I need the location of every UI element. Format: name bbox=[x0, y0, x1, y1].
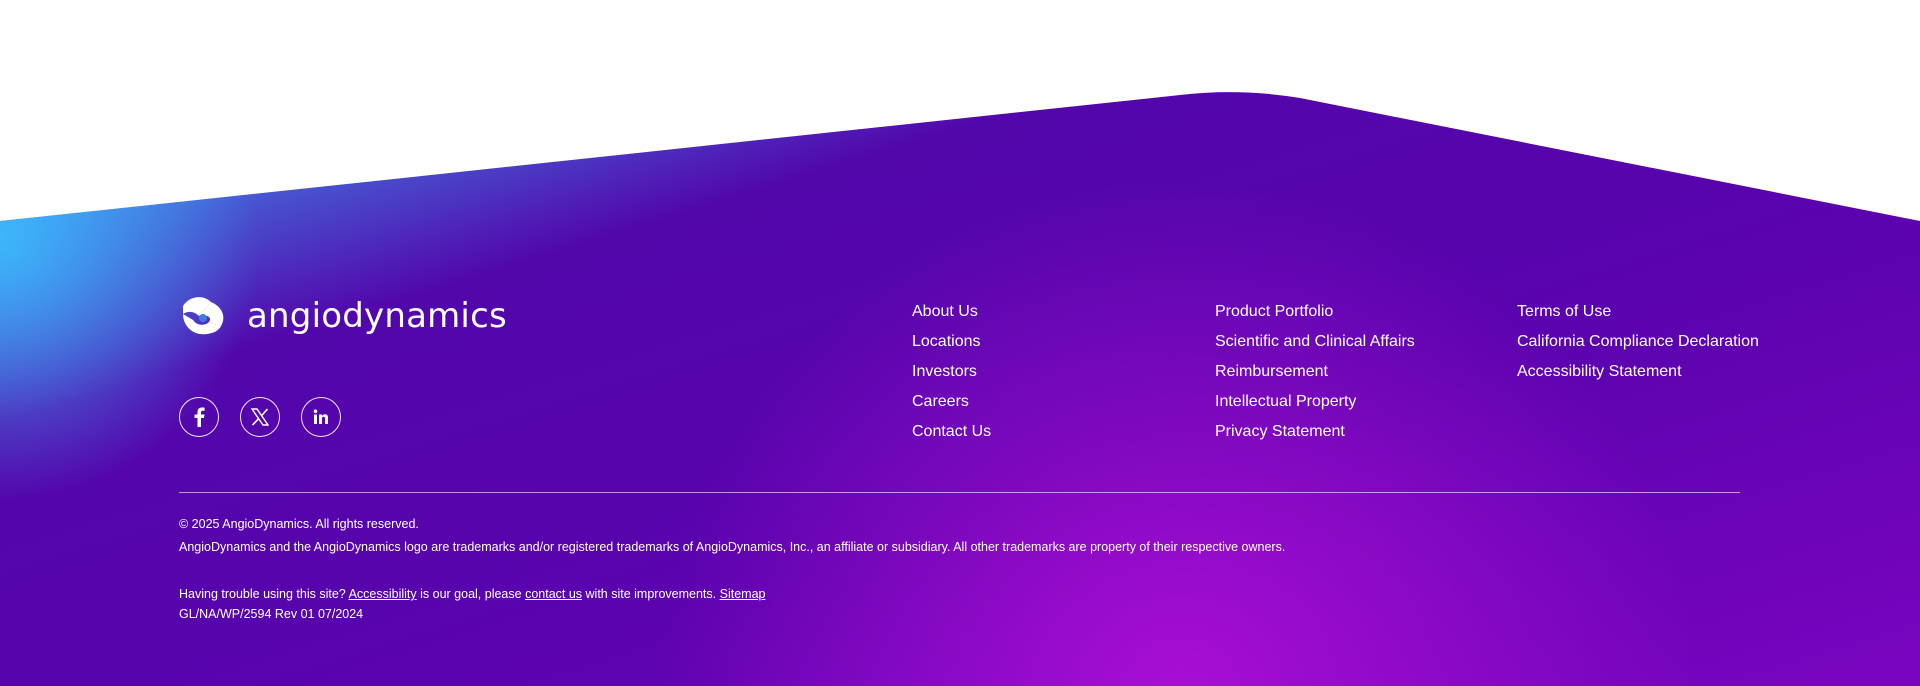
nav-california-compliance[interactable]: California Compliance Declaration bbox=[1517, 327, 1759, 357]
help-suffix: with site improvements. bbox=[585, 587, 717, 601]
footer-divider bbox=[179, 492, 1740, 493]
footer-nav-products: Product Portfolio Scientific and Clinica… bbox=[1215, 297, 1415, 447]
nav-careers[interactable]: Careers bbox=[912, 387, 991, 417]
nav-intellectual-property[interactable]: Intellectual Property bbox=[1215, 387, 1415, 417]
trademark-text: AngioDynamics and the AngioDynamics logo… bbox=[179, 540, 1286, 554]
site-footer: angiodynamics About Us Locations Investo… bbox=[0, 0, 1920, 686]
accessibility-link[interactable]: Accessibility bbox=[349, 587, 417, 601]
help-prefix: Having trouble using this site? bbox=[179, 587, 346, 601]
nav-about-us[interactable]: About Us bbox=[912, 297, 991, 327]
footer-nav-legal: Terms of Use California Compliance Decla… bbox=[1517, 297, 1759, 387]
nav-accessibility-statement[interactable]: Accessibility Statement bbox=[1517, 357, 1759, 387]
contact-us-link[interactable]: contact us bbox=[525, 587, 582, 601]
brand-logo[interactable]: angiodynamics bbox=[179, 292, 507, 340]
nav-product-portfolio[interactable]: Product Portfolio bbox=[1215, 297, 1415, 327]
nav-contact-us[interactable]: Contact Us bbox=[912, 417, 991, 447]
facebook-icon bbox=[194, 407, 205, 427]
linkedin-button[interactable] bbox=[301, 397, 341, 437]
nav-privacy-statement[interactable]: Privacy Statement bbox=[1215, 417, 1415, 447]
nav-terms-of-use[interactable]: Terms of Use bbox=[1517, 297, 1759, 327]
brand-name: angiodynamics bbox=[247, 296, 507, 336]
nav-locations[interactable]: Locations bbox=[912, 327, 991, 357]
facebook-button[interactable] bbox=[179, 397, 219, 437]
x-twitter-icon bbox=[251, 408, 269, 426]
nav-investors[interactable]: Investors bbox=[912, 357, 991, 387]
copyright-text: © 2025 AngioDynamics. All rights reserve… bbox=[179, 517, 419, 531]
angiodynamics-logo-icon bbox=[183, 297, 224, 335]
sitemap-link[interactable]: Sitemap bbox=[720, 587, 766, 601]
revision-code: GL/NA/WP/2594 Rev 01 07/2024 bbox=[179, 607, 364, 621]
linkedin-icon bbox=[313, 409, 328, 424]
x-button[interactable] bbox=[240, 397, 280, 437]
help-middle: is our goal, please bbox=[420, 587, 522, 601]
accessibility-help-text: Having trouble using this site? Accessib… bbox=[179, 586, 765, 602]
nav-scientific-clinical-affairs[interactable]: Scientific and Clinical Affairs bbox=[1215, 327, 1415, 357]
footer-nav-company: About Us Locations Investors Careers Con… bbox=[912, 297, 991, 447]
social-links bbox=[179, 397, 362, 437]
nav-reimbursement[interactable]: Reimbursement bbox=[1215, 357, 1415, 387]
